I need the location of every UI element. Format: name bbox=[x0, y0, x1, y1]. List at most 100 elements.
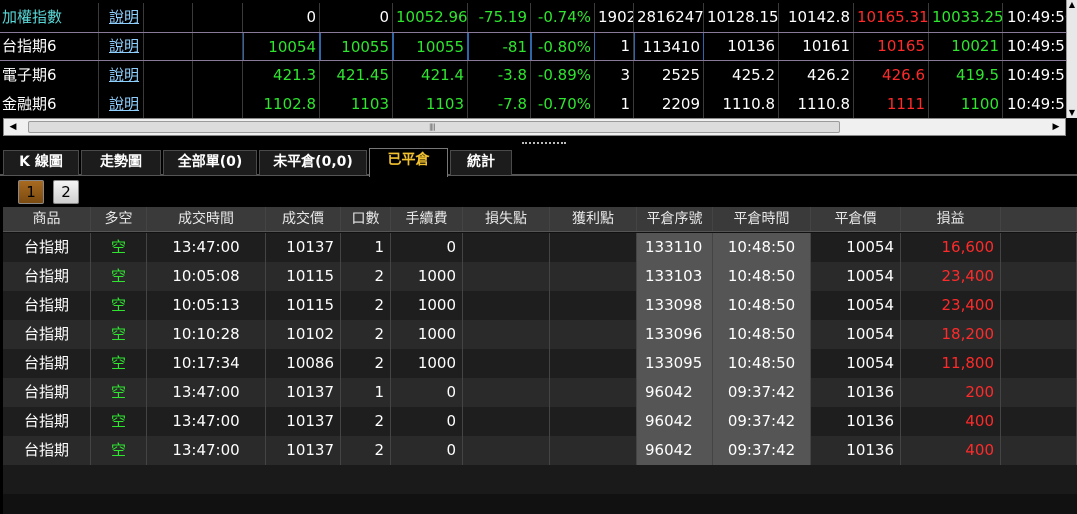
quote-bid[interactable]: 10054 bbox=[243, 32, 320, 61]
quote-row[interactable]: 金融期6 說明 1102.8 1103 1103 -7.8 -0.70% 1 2… bbox=[0, 90, 1066, 118]
tab-all-orders[interactable]: 全部單(0) bbox=[163, 150, 257, 175]
col-trade-price[interactable]: 成交價 bbox=[266, 207, 341, 231]
quote-change-pct: -0.74% bbox=[531, 3, 595, 32]
help-link[interactable]: 說明 bbox=[99, 61, 144, 90]
scroll-thumb[interactable]: |||| bbox=[28, 121, 840, 133]
cell-product: 台指期 bbox=[3, 291, 91, 320]
help-link[interactable]: 說明 bbox=[99, 3, 144, 32]
table-row[interactable]: 台指期空 10:17:34 10086 2 1000 133095 10:48:50 1005… bbox=[3, 349, 1077, 378]
cell-side: 空 bbox=[91, 407, 147, 436]
col-side[interactable]: 多空 bbox=[91, 207, 147, 231]
quote-bid: 0 bbox=[243, 3, 320, 32]
table-row[interactable]: 台指期空 13:47:00 10137 2 0 96042 09:37:42 10136 400 bbox=[3, 436, 1077, 465]
cell-qty: 2 bbox=[341, 436, 391, 465]
table-row[interactable]: 台指期空 13:47:00 10137 1 0 96042 09:37:42 10136 200 bbox=[3, 378, 1077, 407]
cell-close-no: 96042 bbox=[637, 378, 713, 407]
col-close-no[interactable]: 平倉序號 bbox=[637, 207, 713, 231]
tab-open-positions[interactable]: 未平倉(0,0) bbox=[259, 150, 367, 175]
table-row[interactable]: 台指期空 13:47:00 10137 2 0 96042 09:37:42 10136 400 bbox=[3, 407, 1077, 436]
cell-close-no: 96042 bbox=[637, 436, 713, 465]
scroll-up-icon[interactable]: ▲ bbox=[1067, 0, 1077, 10]
cell-empty bbox=[1001, 320, 1077, 349]
quote-last[interactable]: 10055 bbox=[393, 32, 468, 61]
col-product[interactable]: 商品 bbox=[3, 207, 91, 231]
pane-splitter[interactable] bbox=[522, 142, 566, 145]
cell-trade-price: 10102 bbox=[266, 320, 341, 349]
cell-close-price: 10054 bbox=[811, 349, 901, 378]
closed-positions-table: 商品 多空 成交時間 成交價 口數 手續費 損失點 獲利點 平倉序號 平倉時間 … bbox=[3, 207, 1077, 514]
cell-close-no: 96042 bbox=[637, 407, 713, 436]
help-link-label[interactable]: 說明 bbox=[109, 8, 139, 26]
cell-product: 台指期 bbox=[3, 233, 91, 262]
cell-empty bbox=[1001, 233, 1077, 262]
cell-side: 空 bbox=[91, 436, 147, 465]
cell-trade-time: 10:10:28 bbox=[147, 320, 266, 349]
col-qty[interactable]: 口數 bbox=[341, 207, 391, 231]
help-link[interactable]: 說明 bbox=[99, 32, 144, 61]
quote-cell-empty bbox=[144, 3, 193, 32]
quote-change: -7.8 bbox=[468, 90, 531, 118]
cell-stop-loss bbox=[463, 262, 550, 291]
quote-open: 1110.8 bbox=[779, 90, 854, 118]
col-close-time[interactable]: 平倉時間 bbox=[713, 207, 811, 231]
quote-ref-price: 1110.8 bbox=[704, 90, 779, 118]
tab-closed-positions[interactable]: 已平倉 bbox=[369, 148, 448, 177]
quote-row[interactable]: 加權指數 說明 0 0 10052.96 -75.19 -0.74% 1902 … bbox=[0, 3, 1066, 32]
help-link-label[interactable]: 說明 bbox=[109, 66, 139, 84]
table-header: 商品 多空 成交時間 成交價 口數 手續費 損失點 獲利點 平倉序號 平倉時間 … bbox=[3, 207, 1077, 232]
cell-close-price: 10136 bbox=[811, 378, 901, 407]
cell-stop-loss bbox=[463, 349, 550, 378]
quote-total-volume: 113410 bbox=[634, 32, 704, 61]
scroll-grip: |||| bbox=[429, 123, 436, 131]
vertical-scrollbar[interactable]: ▲ ▼ bbox=[1066, 0, 1077, 118]
table-row[interactable]: 台指期空 13:47:00 10137 1 0 133110 10:48:50 10054 16… bbox=[3, 233, 1077, 262]
scroll-down-icon[interactable]: ▼ bbox=[1067, 108, 1077, 118]
cell-fee: 0 bbox=[391, 233, 463, 262]
tab-trend[interactable]: 走勢圖 bbox=[81, 150, 161, 175]
col-trade-time[interactable]: 成交時間 bbox=[147, 207, 266, 231]
page-1-button[interactable]: 1 bbox=[18, 180, 44, 204]
quote-row[interactable]: 電子期6 說明 421.3 421.45 421.4 -3.8 -0.89% 3… bbox=[0, 61, 1066, 90]
quote-change-pct: -0.80% bbox=[531, 32, 595, 61]
help-link-label[interactable]: 說明 bbox=[109, 37, 139, 55]
table-row[interactable]: 台指期空 10:05:13 10115 2 1000 133098 10:48:50 1005… bbox=[3, 291, 1077, 320]
cell-pnl: 18,200 bbox=[901, 320, 1001, 349]
quote-row-selected[interactable]: 台指期6 說明 10054 10055 10055 -81 -0.80% 1 1… bbox=[0, 32, 1066, 61]
table-row[interactable]: 台指期空 10:05:08 10115 2 1000 133103 10:48:50 1005… bbox=[3, 262, 1077, 291]
quote-change: -81 bbox=[468, 32, 531, 61]
scroll-right-icon[interactable]: ▶ bbox=[1047, 119, 1065, 135]
quote-time: 10:49:50 bbox=[1003, 3, 1066, 32]
col-take-profit[interactable]: 獲利點 bbox=[550, 207, 637, 231]
help-link[interactable]: 說明 bbox=[99, 90, 144, 118]
help-link-label[interactable]: 說明 bbox=[109, 95, 139, 113]
scroll-left-icon[interactable]: ◀ bbox=[4, 119, 22, 135]
tab-statistics[interactable]: 統計 bbox=[450, 150, 512, 175]
quote-high: 10165.31 bbox=[854, 3, 929, 32]
cell-close-price: 10136 bbox=[811, 407, 901, 436]
col-stop-loss[interactable]: 損失點 bbox=[463, 207, 550, 231]
quote-tick-volume: 3 bbox=[595, 61, 634, 90]
col-pnl[interactable]: 損益 bbox=[901, 207, 1001, 231]
quote-tick-volume: 1902 bbox=[595, 3, 634, 32]
quote-low: 10021 bbox=[929, 32, 1003, 61]
horizontal-scrollbar[interactable]: ◀ |||| ▶ bbox=[3, 118, 1066, 136]
col-fee[interactable]: 手續費 bbox=[391, 207, 463, 231]
cell-product: 台指期 bbox=[3, 349, 91, 378]
col-close-price[interactable]: 平倉價 bbox=[811, 207, 901, 231]
quote-ask[interactable]: 10055 bbox=[320, 32, 393, 61]
table-row[interactable]: 台指期空 10:10:28 10102 2 1000 133096 10:48:50 1005… bbox=[3, 320, 1077, 349]
cell-trade-time: 13:47:00 bbox=[147, 407, 266, 436]
cell-take-profit bbox=[550, 233, 637, 262]
cell-trade-time: 13:47:00 bbox=[147, 233, 266, 262]
cell-take-profit bbox=[550, 378, 637, 407]
cell-pnl: 200 bbox=[901, 378, 1001, 407]
tab-kline[interactable]: K 線圖 bbox=[3, 150, 79, 175]
cell-pnl: 400 bbox=[901, 407, 1001, 436]
cell-fee: 1000 bbox=[391, 291, 463, 320]
quote-bid: 1102.8 bbox=[243, 90, 320, 118]
quote-ref-price: 10136 bbox=[704, 32, 779, 61]
cell-empty bbox=[1001, 291, 1077, 320]
quote-open: 426.2 bbox=[779, 61, 854, 90]
quote-low: 1100 bbox=[929, 90, 1003, 118]
page-2-button[interactable]: 2 bbox=[53, 180, 79, 204]
